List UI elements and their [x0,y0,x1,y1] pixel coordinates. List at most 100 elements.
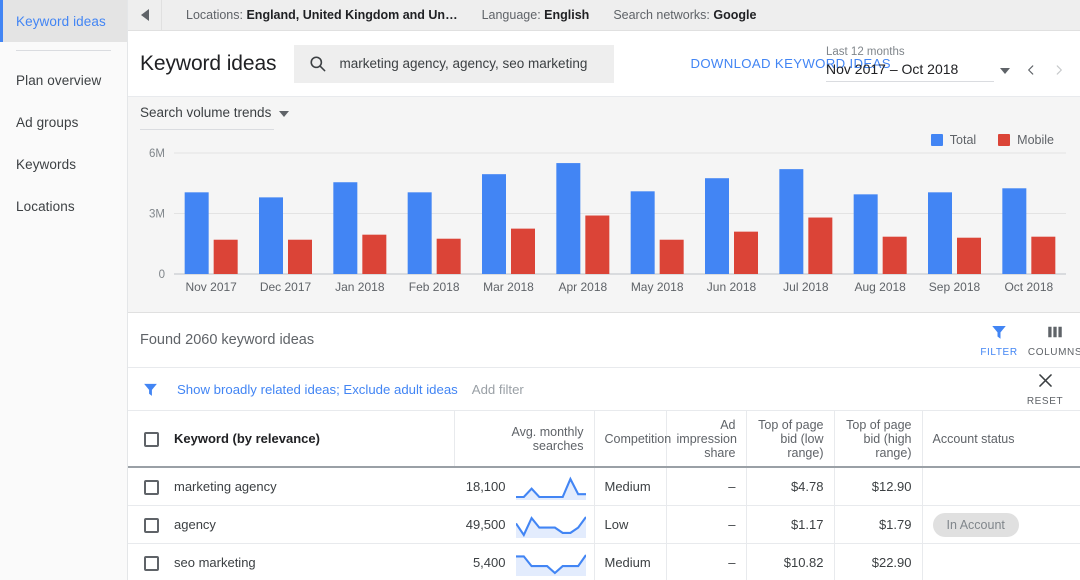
close-icon [1038,374,1052,387]
cell-account-status [922,543,1080,580]
sidebar: Keyword ideas Plan overview Ad groups Ke… [0,0,128,580]
locations-label: Locations: [186,8,243,22]
reset-button-label: RESET [1026,396,1064,407]
cell-competition: Medium [594,543,667,580]
add-filter-button[interactable]: Add filter [472,382,524,397]
header-top-of-page-bid-high[interactable]: Top of page bid (high range) [834,411,923,468]
search-volume-bar-chart: 0 3M 6M Nov 2017 Dec 2017 Jan 2018 Feb 2018 Mar… [149,148,1066,294]
status-badge: In Account [932,512,1019,537]
table-row[interactable]: seo marketing 5,400 Medium – $10.82 $22.90 [128,543,1080,580]
keyword-text: seo marketing [174,555,256,571]
cell-bid-low: $4.78 [746,467,835,506]
keyword-text: agency [174,517,216,533]
header-ad-impression-share[interactable]: Ad impression share [666,411,747,468]
previous-period-button[interactable] [1024,62,1038,78]
sparkline-icon [515,476,586,500]
sidebar-item-ad-groups[interactable]: Ad groups [0,101,127,143]
svg-text:Mar 2018: Mar 2018 [483,280,534,294]
cell-competition: Low [594,505,667,544]
keyword-planner-app: Keyword ideas Plan overview Ad groups Ke… [0,0,1080,580]
cell-bid-low: $1.17 [746,505,835,544]
header-avg-monthly-searches[interactable]: Avg. monthly searches [454,411,595,468]
sidebar-item-keyword-ideas[interactable]: Keyword ideas [0,0,127,42]
collapse-panel-button[interactable] [128,0,162,31]
avg-monthly-searches-value: 49,500 [465,517,506,532]
cell-keyword: marketing agency [128,467,454,506]
avg-monthly-searches-value: 5,400 [472,555,506,570]
checkbox-icon [143,479,159,495]
table-body: marketing agency 18,100 Medium – $4.78 $12.90… [128,467,1080,580]
row-checkbox[interactable] [128,479,174,495]
chevron-down-icon[interactable] [1000,68,1010,74]
context-bar: Locations: England, United Kingdom and U… [128,0,1080,31]
cell-competition: Medium [594,467,667,506]
date-range-label: Last 12 months [826,46,905,58]
row-checkbox[interactable] [128,517,174,533]
cell-bid-low: $10.82 [746,543,835,580]
select-all-checkbox[interactable] [128,431,174,447]
language-value: English [544,8,590,22]
svg-text:Dec 2017: Dec 2017 [260,280,312,294]
header-competition[interactable]: Competition [594,411,671,468]
checkbox-icon [143,431,159,447]
checkbox-icon [143,555,159,571]
svg-text:Oct 2018: Oct 2018 [1004,280,1053,294]
cell-account-status [922,467,1080,506]
header-keyword[interactable]: Keyword (by relevance) [128,411,455,468]
cell-ad-impression-share: – [666,467,747,506]
reset-filters-button[interactable]: RESET [1022,371,1068,407]
sidebar-item-plan-overview[interactable]: Plan overview [0,59,127,101]
columns-icon [1048,326,1062,338]
row-checkbox[interactable] [128,555,174,571]
locations-context[interactable]: Locations: England, United Kingdom and U… [186,8,458,22]
search-networks-context[interactable]: Search networks: Google [613,8,756,22]
svg-text:Sep 2018: Sep 2018 [929,280,981,294]
sidebar-item-keywords[interactable]: Keywords [0,143,127,185]
header-account-status[interactable]: Account status [922,411,1080,468]
cell-bid-high: $12.90 [834,467,923,506]
header-keyword-label: Keyword (by relevance) [174,431,320,447]
date-range-field[interactable]: Last 12 months Nov 2017 – Oct 2018 [826,45,994,82]
sidebar-item-label: Ad groups [16,114,79,130]
header-top-of-page-bid-low[interactable]: Top of page bid (low range) [746,411,835,468]
search-volume-chart-card: Search volume trends Total Mobile 0 3M 6M N… [128,97,1080,313]
cell-bid-high: $1.79 [834,505,923,544]
funnel-icon [992,326,1006,339]
language-label: Language: [481,8,541,22]
networks-value: Google [713,8,757,22]
filter-button[interactable]: FILTER [974,323,1024,358]
cell-keyword: agency [128,505,454,544]
columns-button-label: COLUMNS [1027,347,1080,358]
active-filter-chip[interactable]: Show broadly related ideas; Exclude adul… [177,382,458,397]
next-period-button[interactable] [1052,62,1066,78]
keyword-ideas-table: Keyword (by relevance) Avg. monthly sear… [128,411,1080,580]
table-row[interactable]: agency 49,500 Low – $1.17 $1.79 In Account [128,505,1080,544]
sparkline-icon [515,515,586,538]
svg-text:Feb 2018: Feb 2018 [409,280,460,294]
sidebar-item-label: Keywords [16,156,77,172]
results-summary-bar: Found 2060 keyword ideas FILTER COLUMNS [128,313,1080,368]
language-context[interactable]: Language: English [482,8,590,22]
svg-text:Jan 2018: Jan 2018 [335,280,385,294]
found-keyword-count: Found 2060 keyword ideas [140,332,315,348]
sidebar-divider [16,50,111,51]
search-icon [308,54,327,73]
sidebar-item-label: Plan overview [16,72,102,88]
sidebar-item-locations[interactable]: Locations [0,185,127,227]
cell-account-status: In Account [922,505,1080,544]
search-input-value: marketing agency, agency, seo marketing [339,56,588,71]
keyword-text: marketing agency [174,479,277,495]
funnel-icon[interactable] [142,381,159,398]
table-header: Keyword (by relevance) Avg. monthly sear… [128,411,1080,468]
columns-button[interactable]: COLUMNS [1027,323,1080,358]
svg-text:Apr 2018: Apr 2018 [558,280,607,294]
date-range-value: Nov 2017 – Oct 2018 [826,61,959,77]
cell-avg-monthly-searches: 49,500 [454,505,595,544]
keyword-search-input[interactable]: marketing agency, agency, seo marketing [294,44,615,83]
networks-label: Search networks: [613,8,710,22]
table-row[interactable]: marketing agency 18,100 Medium – $4.78 $12.90 [128,467,1080,506]
sparkline-icon [515,553,586,576]
svg-text:Nov 2017: Nov 2017 [185,280,237,294]
keyword-table: Keyword (by relevance) Avg. monthly sear… [128,411,1080,580]
checkbox-icon [143,517,159,533]
